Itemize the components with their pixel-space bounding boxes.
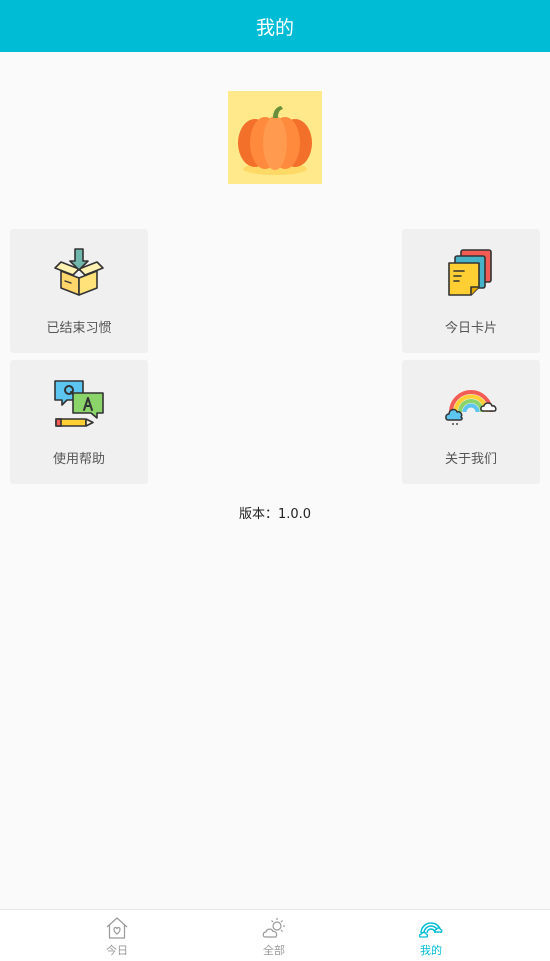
sticky-notes-icon	[448, 249, 492, 296]
app-header: 我的	[0, 0, 550, 52]
help-label: 使用帮助	[52, 452, 105, 467]
help-card[interactable]: 使用帮助	[10, 360, 148, 484]
tab-today-label: 今日	[106, 944, 128, 957]
pumpkin-logo	[228, 91, 322, 184]
tab-all-label: 全部	[263, 944, 285, 957]
version-text: 版本：1.0.0	[238, 507, 312, 522]
qa-icon	[54, 380, 104, 427]
rainbow-icon	[445, 390, 497, 425]
about-us-label: 关于我们	[444, 452, 497, 467]
tab-mine-label: 我的	[420, 944, 442, 957]
today-cards-label: 今日卡片	[444, 321, 497, 336]
ended-habits-card[interactable]: 已结束习惯	[10, 229, 148, 353]
pumpkin-icon	[228, 91, 322, 184]
tab-today[interactable]: 今日	[77, 910, 157, 961]
about-us-card[interactable]: 关于我们	[402, 360, 540, 484]
open-box-icon	[54, 248, 104, 296]
page-title: 我的	[255, 16, 294, 39]
ended-habits-label: 已结束习惯	[46, 321, 112, 336]
tab-mine[interactable]: 我的	[391, 910, 471, 961]
house-heart-icon	[106, 917, 128, 939]
tab-all[interactable]: 全部	[234, 910, 314, 961]
bottom-tab-bar: 今日 全部 我的	[0, 909, 550, 961]
sun-cloud-icon	[262, 918, 285, 938]
rainbow-icon	[419, 922, 443, 938]
today-cards-card[interactable]: 今日卡片	[402, 229, 540, 353]
